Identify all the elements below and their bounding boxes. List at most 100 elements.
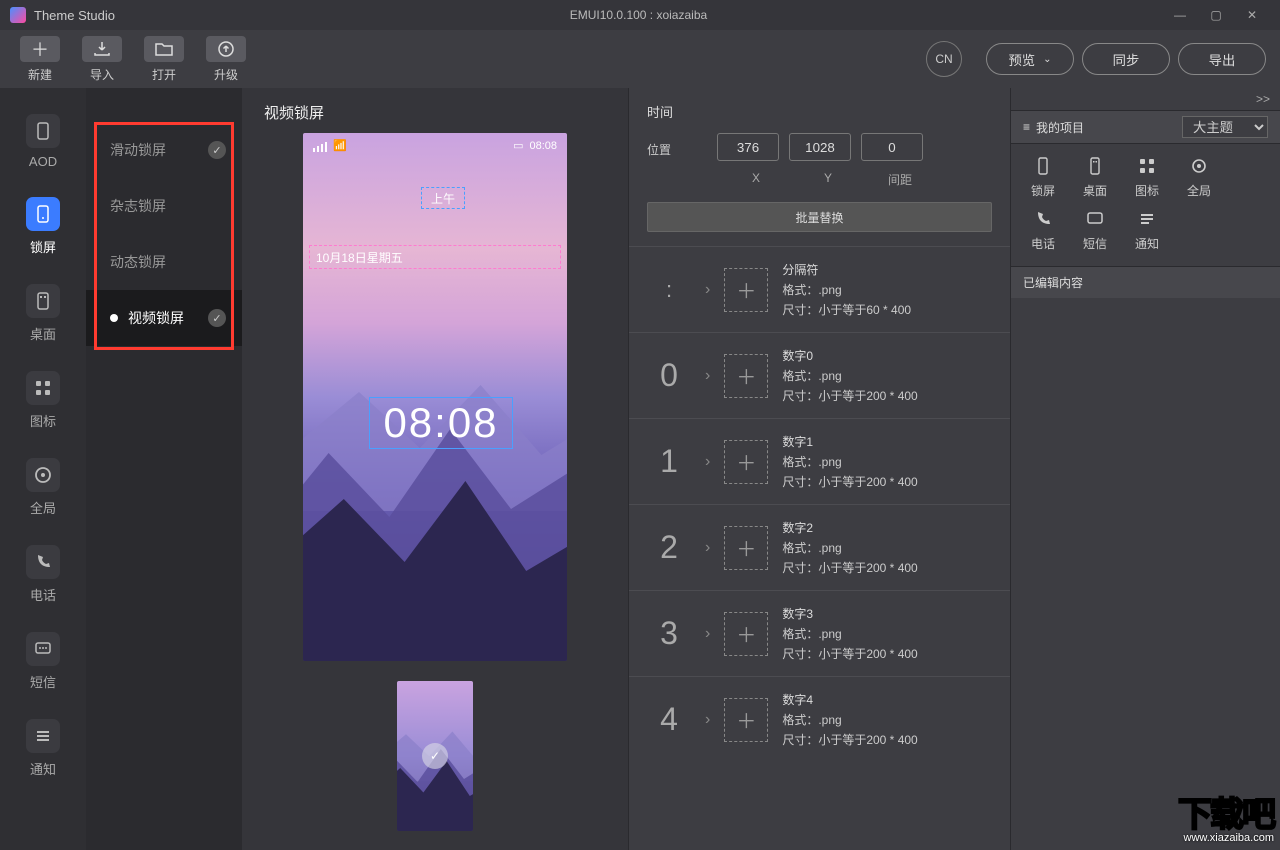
asset-glyph: 4 [647, 701, 691, 738]
asset-size: 尺寸：小于等于200 * 400 [782, 387, 917, 404]
nav-aod[interactable]: AOD [0, 102, 86, 185]
module-gear[interactable]: 全局 [1173, 154, 1225, 199]
asset-title: 数字3 [782, 605, 917, 622]
asset-title: 数字0 [782, 347, 917, 364]
lock-type-item[interactable]: 视频锁屏✓ [86, 290, 242, 346]
battery-icon: ▭ [513, 139, 523, 152]
lock-icon [26, 197, 60, 231]
chevron-right-icon[interactable]: › [705, 711, 710, 729]
module-label: 通知 [1135, 235, 1159, 252]
module-call[interactable]: 电话 [1017, 207, 1069, 252]
list-icon: ≡ [1023, 120, 1030, 134]
chat-icon [1083, 207, 1107, 231]
asset-dropzone[interactable]: ＋ [724, 354, 768, 398]
notify-icon [26, 719, 60, 753]
pos-x-input[interactable] [717, 133, 779, 161]
import-button[interactable]: 导入 [82, 36, 122, 83]
nav-global[interactable]: 全局 [0, 446, 86, 533]
expand-button[interactable]: >> [1011, 88, 1280, 110]
date-box[interactable]: 10月18日星期五 [309, 245, 561, 269]
y-label: Y [797, 171, 859, 188]
nav-desktop[interactable]: 桌面 [0, 272, 86, 359]
nav-sms[interactable]: 短信 [0, 620, 86, 707]
asset-row: 0›＋数字0格式：.png尺寸：小于等于200 * 400 [629, 332, 1010, 418]
toolbar: ＋ 新建 导入 打开 升级 CN 预览 ⌄ 同步 导出 [0, 30, 1280, 88]
desktop-icon [26, 284, 60, 318]
check-icon: ✓ [208, 141, 226, 159]
desktop-icon [1083, 154, 1107, 178]
lock-type-item[interactable]: 滑动锁屏✓ [86, 122, 242, 178]
asset-size: 尺寸：小于等于60 * 400 [782, 301, 911, 318]
chevron-right-icon[interactable]: › [705, 281, 710, 299]
chevron-right-icon[interactable]: › [705, 539, 710, 557]
chevron-right-icon[interactable]: › [705, 453, 710, 471]
nav-notify[interactable]: 通知 [0, 707, 86, 794]
asset-size: 尺寸：小于等于200 * 400 [782, 559, 917, 576]
module-grid[interactable]: 图标 [1121, 154, 1173, 199]
lock-type-list: 滑动锁屏✓杂志锁屏动态锁屏视频锁屏✓ [86, 88, 242, 850]
lock-type-label: 动态锁屏 [110, 252, 166, 272]
open-button[interactable]: 打开 [144, 36, 184, 83]
module-label: 全局 [1187, 182, 1211, 199]
preview-label: 预览 [1008, 50, 1035, 69]
pos-gap-input[interactable] [861, 133, 923, 161]
import-icon [82, 36, 122, 62]
asset-dropzone[interactable]: ＋ [724, 698, 768, 742]
close-button[interactable]: ✕ [1234, 0, 1270, 30]
minimize-button[interactable]: — [1162, 0, 1198, 30]
left-nav: AOD锁屏桌面图标全局电话短信通知 [0, 88, 86, 850]
export-button[interactable]: 导出 [1178, 43, 1266, 75]
import-label: 导入 [90, 66, 114, 83]
check-icon: ✓ [208, 309, 226, 327]
maximize-button[interactable]: ▢ [1198, 0, 1234, 30]
chevron-right-icon[interactable]: › [705, 625, 710, 643]
asset-format: 格式：.png [782, 539, 917, 556]
asset-format: 格式：.png [782, 281, 911, 298]
phone-preview[interactable]: 📶 ▭ 08:08 上午 10月18日星期五 08:08 [303, 133, 567, 661]
module-chat[interactable]: 短信 [1069, 207, 1121, 252]
asset-meta: 数字2格式：.png尺寸：小于等于200 * 400 [782, 519, 917, 576]
folder-icon [144, 36, 184, 62]
nav-phone[interactable]: 电话 [0, 533, 86, 620]
right-panel: >> ≡我的项目 大主题 锁屏桌面图标全局电话短信通知 已编辑内容 [1010, 88, 1280, 850]
asset-meta: 分隔符格式：.png尺寸：小于等于60 * 400 [782, 261, 911, 318]
module-desktop[interactable]: 桌面 [1069, 154, 1121, 199]
ampm-box[interactable]: 上午 [421, 187, 465, 209]
position-sublabels: X Y 间距 [707, 171, 1010, 196]
module-list[interactable]: 通知 [1121, 207, 1173, 252]
section-time-label: 时间 [629, 88, 1010, 129]
lock-type-item[interactable]: 动态锁屏 [86, 234, 242, 290]
list-icon [1135, 207, 1159, 231]
call-icon [1031, 207, 1055, 231]
plus-icon: ＋ [20, 36, 60, 62]
module-phone[interactable]: 锁屏 [1017, 154, 1069, 199]
batch-replace-button[interactable]: 批量替换 [647, 202, 992, 232]
gear-icon [1187, 154, 1211, 178]
pos-y-input[interactable] [789, 133, 851, 161]
check-icon: ✓ [422, 743, 448, 769]
sync-button[interactable]: 同步 [1082, 43, 1170, 75]
new-button[interactable]: ＋ 新建 [20, 36, 60, 83]
nav-label: 短信 [30, 672, 56, 691]
asset-dropzone[interactable]: ＋ [724, 268, 768, 312]
asset-dropzone[interactable]: ＋ [724, 526, 768, 570]
asset-format: 格式：.png [782, 367, 917, 384]
asset-meta: 数字4格式：.png尺寸：小于等于200 * 400 [782, 691, 917, 748]
asset-glyph: 1 [647, 443, 691, 480]
clock-box[interactable]: 08:08 [369, 397, 513, 449]
asset-dropzone[interactable]: ＋ [724, 440, 768, 484]
nav-lock[interactable]: 锁屏 [0, 185, 86, 272]
module-label: 图标 [1135, 182, 1159, 199]
nav-label: 桌面 [30, 324, 56, 343]
theme-type-select[interactable]: 大主题 [1182, 116, 1268, 138]
lock-type-item[interactable]: 杂志锁屏 [86, 178, 242, 234]
chevron-right-icon[interactable]: › [705, 367, 710, 385]
asset-dropzone[interactable]: ＋ [724, 612, 768, 656]
preview-thumbnail[interactable]: ✓ [397, 681, 473, 831]
preview-button[interactable]: 预览 ⌄ [986, 43, 1074, 75]
status-time: 08:08 [529, 140, 557, 152]
nav-icons[interactable]: 图标 [0, 359, 86, 446]
language-toggle[interactable]: CN [926, 41, 962, 77]
upgrade-button[interactable]: 升级 [206, 36, 246, 83]
app-logo-icon [10, 7, 26, 23]
